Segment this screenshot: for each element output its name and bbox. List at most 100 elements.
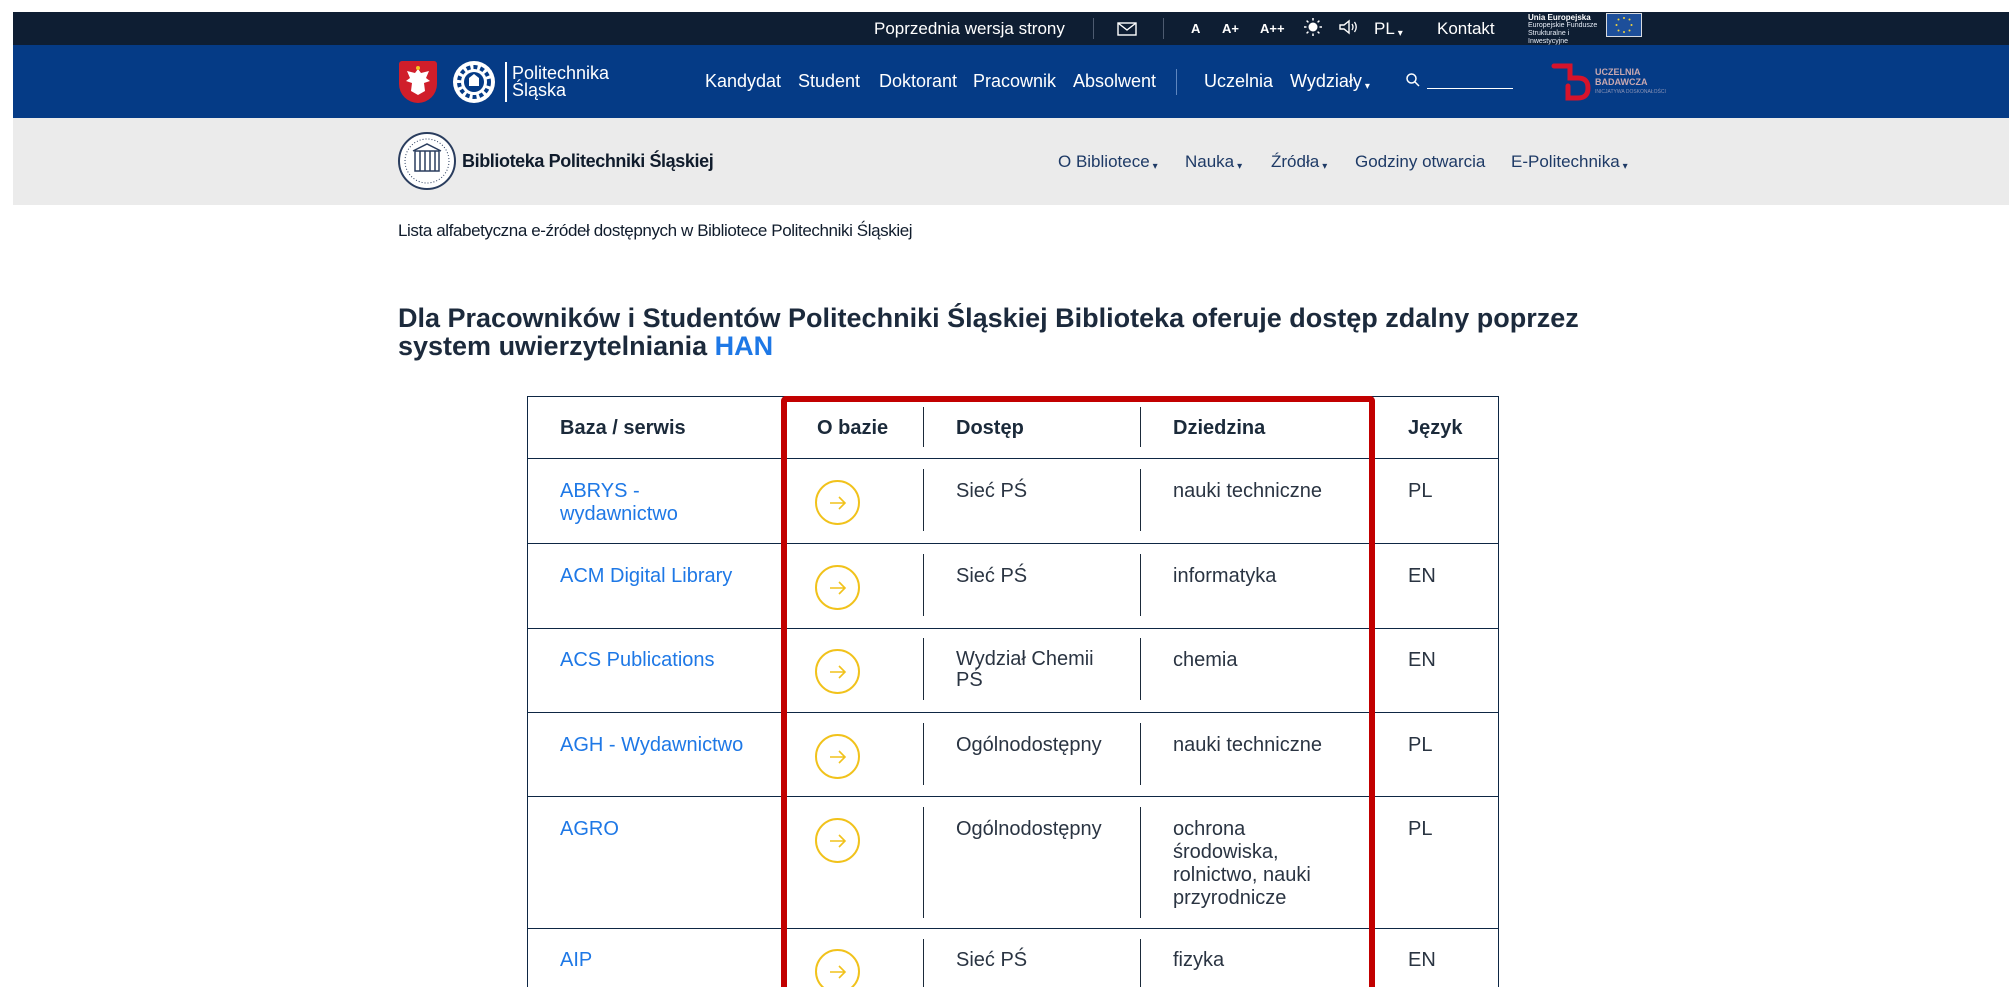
eu-funds-label: Unia Europejska Europejskie Fundusze Str… — [1528, 13, 1598, 46]
language-cell: EN — [1408, 565, 1436, 587]
research-university-label: UCZELNIA BADAWCZA INICJATYWA DOSKONAŁOŚC… — [1595, 67, 1666, 95]
about-resource-button[interactable] — [815, 480, 860, 525]
polish-eagle-emblem-icon[interactable] — [399, 61, 437, 103]
access-cell: Sieć PŚ — [956, 949, 1028, 971]
university-name[interactable]: Politechnika Śląska — [512, 64, 609, 99]
table-header-o-bazie: O bazie — [817, 417, 889, 439]
speaker-icon[interactable] — [1337, 12, 1359, 45]
resource-link[interactable]: ACM Digital Library — [560, 565, 780, 588]
language-cell: PL — [1408, 480, 1433, 502]
top-utility-bar: Poprzednia wersja strony A A+ A++ PL ▾ Ko… — [13, 12, 2009, 45]
research-university-logo-icon[interactable] — [1548, 60, 1593, 104]
resource-link[interactable]: ACS Publications — [560, 649, 780, 672]
column-divider — [1140, 638, 1141, 700]
column-divider — [923, 807, 924, 918]
column-divider — [923, 407, 924, 447]
font-size-large-button[interactable]: A++ — [1260, 12, 1285, 45]
table-header-dziedzina: Dziedzina — [1173, 417, 1266, 439]
column-divider — [1140, 723, 1141, 785]
access-headline: Dla Pracowników i Studentów Politechniki… — [398, 303, 1579, 361]
table-header-dostep: Dostęp — [956, 417, 1024, 439]
chevron-down-icon: ▾ — [1622, 161, 1628, 172]
nav-item-kandydat[interactable]: Kandydat — [705, 45, 781, 118]
domain-cell: nauki techniczne — [1173, 480, 1322, 502]
main-navigation: Politechnika Śląska Kandydat Student Dok… — [13, 45, 2009, 118]
row-divider — [528, 628, 1498, 629]
resource-link[interactable]: AGH - Wydawnictwo — [560, 734, 780, 757]
contact-link[interactable]: Kontakt — [1437, 12, 1495, 45]
nav-item-wydzialy[interactable]: Wydziały ▾ — [1290, 45, 1370, 118]
topbar-separator — [1093, 18, 1094, 39]
access-cell: Sieć PŚ — [956, 565, 1028, 587]
language-cell: PL — [1408, 734, 1433, 756]
nav-item-doktorant[interactable]: Doktorant — [879, 45, 957, 118]
row-divider — [528, 543, 1498, 544]
page-title: Lista alfabetyczna e-źródeł dostępnych w… — [398, 221, 913, 240]
nav-divider — [1176, 69, 1177, 95]
about-resource-button[interactable] — [815, 734, 860, 779]
eu-flag-icon — [1606, 13, 1642, 37]
about-resource-button[interactable] — [815, 565, 860, 610]
column-divider — [923, 469, 924, 531]
previous-version-link[interactable]: Poprzednia wersja strony — [874, 12, 1065, 45]
column-divider — [1140, 469, 1141, 531]
access-cell: Ogólnodostępny — [956, 818, 1102, 840]
font-size-small-button[interactable]: A — [1191, 12, 1200, 45]
nav-item-absolwent[interactable]: Absolwent — [1073, 45, 1156, 118]
libnav-item-o-bibliotece[interactable]: O Bibliotece ▾ — [1058, 118, 1158, 205]
font-size-medium-button[interactable]: A+ — [1222, 12, 1239, 45]
nav-item-pracownik[interactable]: Pracownik — [973, 45, 1056, 118]
libnav-item-nauka[interactable]: Nauka ▾ — [1185, 118, 1242, 205]
language-cell: EN — [1408, 649, 1436, 671]
library-building-logo-icon[interactable] — [398, 132, 456, 190]
chevron-down-icon: ▾ — [1397, 28, 1403, 39]
column-divider — [1140, 939, 1141, 987]
libnav-item-godziny-otwarcia[interactable]: Godziny otwarcia — [1355, 118, 1485, 205]
domain-cell: fizyka — [1173, 949, 1225, 971]
resource-link[interactable]: AIP — [560, 949, 780, 972]
row-divider — [528, 796, 1498, 797]
search-icon[interactable] — [1405, 72, 1421, 88]
domain-cell: chemia — [1173, 649, 1238, 671]
column-divider — [923, 638, 924, 700]
topbar-separator — [1163, 18, 1164, 39]
language-select[interactable]: PL ▾ — [1374, 12, 1403, 45]
access-cell: Wydział Chemii PŚ — [956, 648, 1094, 691]
search-input[interactable] — [1427, 88, 1513, 89]
envelope-icon[interactable] — [1117, 12, 1137, 45]
about-resource-button[interactable] — [815, 649, 860, 694]
row-divider — [528, 928, 1498, 929]
language-cell: EN — [1408, 949, 1436, 971]
column-divider — [923, 554, 924, 616]
han-link[interactable]: HAN — [715, 331, 774, 361]
chevron-down-icon: ▾ — [1152, 161, 1158, 172]
about-resource-button[interactable] — [815, 949, 860, 987]
e-resources-table: Baza / serwis O bazie Dostęp Dziedzina J… — [527, 396, 1499, 987]
nav-item-student[interactable]: Student — [798, 45, 860, 118]
contrast-sun-icon[interactable] — [1302, 12, 1324, 45]
libnav-item-zrodla[interactable]: Źródła ▾ — [1271, 118, 1327, 205]
library-name[interactable]: Biblioteka Politechniki Śląskiej — [462, 118, 714, 205]
column-divider — [1140, 407, 1141, 447]
table-header-jezyk: Język — [1408, 417, 1463, 439]
resource-link[interactable]: ABRYS - wydawnictwo — [560, 480, 760, 526]
row-divider — [528, 712, 1498, 713]
access-cell: Ogólnodostępny — [956, 734, 1102, 756]
chevron-down-icon: ▾ — [1237, 161, 1243, 172]
brand-divider — [505, 62, 507, 102]
domain-cell: nauki techniczne — [1173, 734, 1322, 756]
about-resource-button[interactable] — [815, 818, 860, 863]
column-divider — [1140, 807, 1141, 918]
resource-link[interactable]: AGRO — [560, 818, 780, 841]
column-divider — [923, 939, 924, 987]
column-divider — [1140, 554, 1141, 616]
domain-cell: informatyka — [1173, 565, 1277, 587]
domain-cell: ochrona środowiska, rolnictwo, nauki prz… — [1173, 818, 1311, 909]
libnav-item-e-politechnika[interactable]: E-Politechnika ▾ — [1511, 118, 1628, 205]
column-divider — [923, 723, 924, 785]
access-cell: Sieć PŚ — [956, 480, 1028, 502]
nav-item-uczelnia[interactable]: Uczelnia — [1204, 45, 1273, 118]
chevron-down-icon: ▾ — [1364, 81, 1370, 92]
language-cell: PL — [1408, 818, 1433, 840]
university-gear-logo-icon[interactable] — [453, 61, 495, 103]
